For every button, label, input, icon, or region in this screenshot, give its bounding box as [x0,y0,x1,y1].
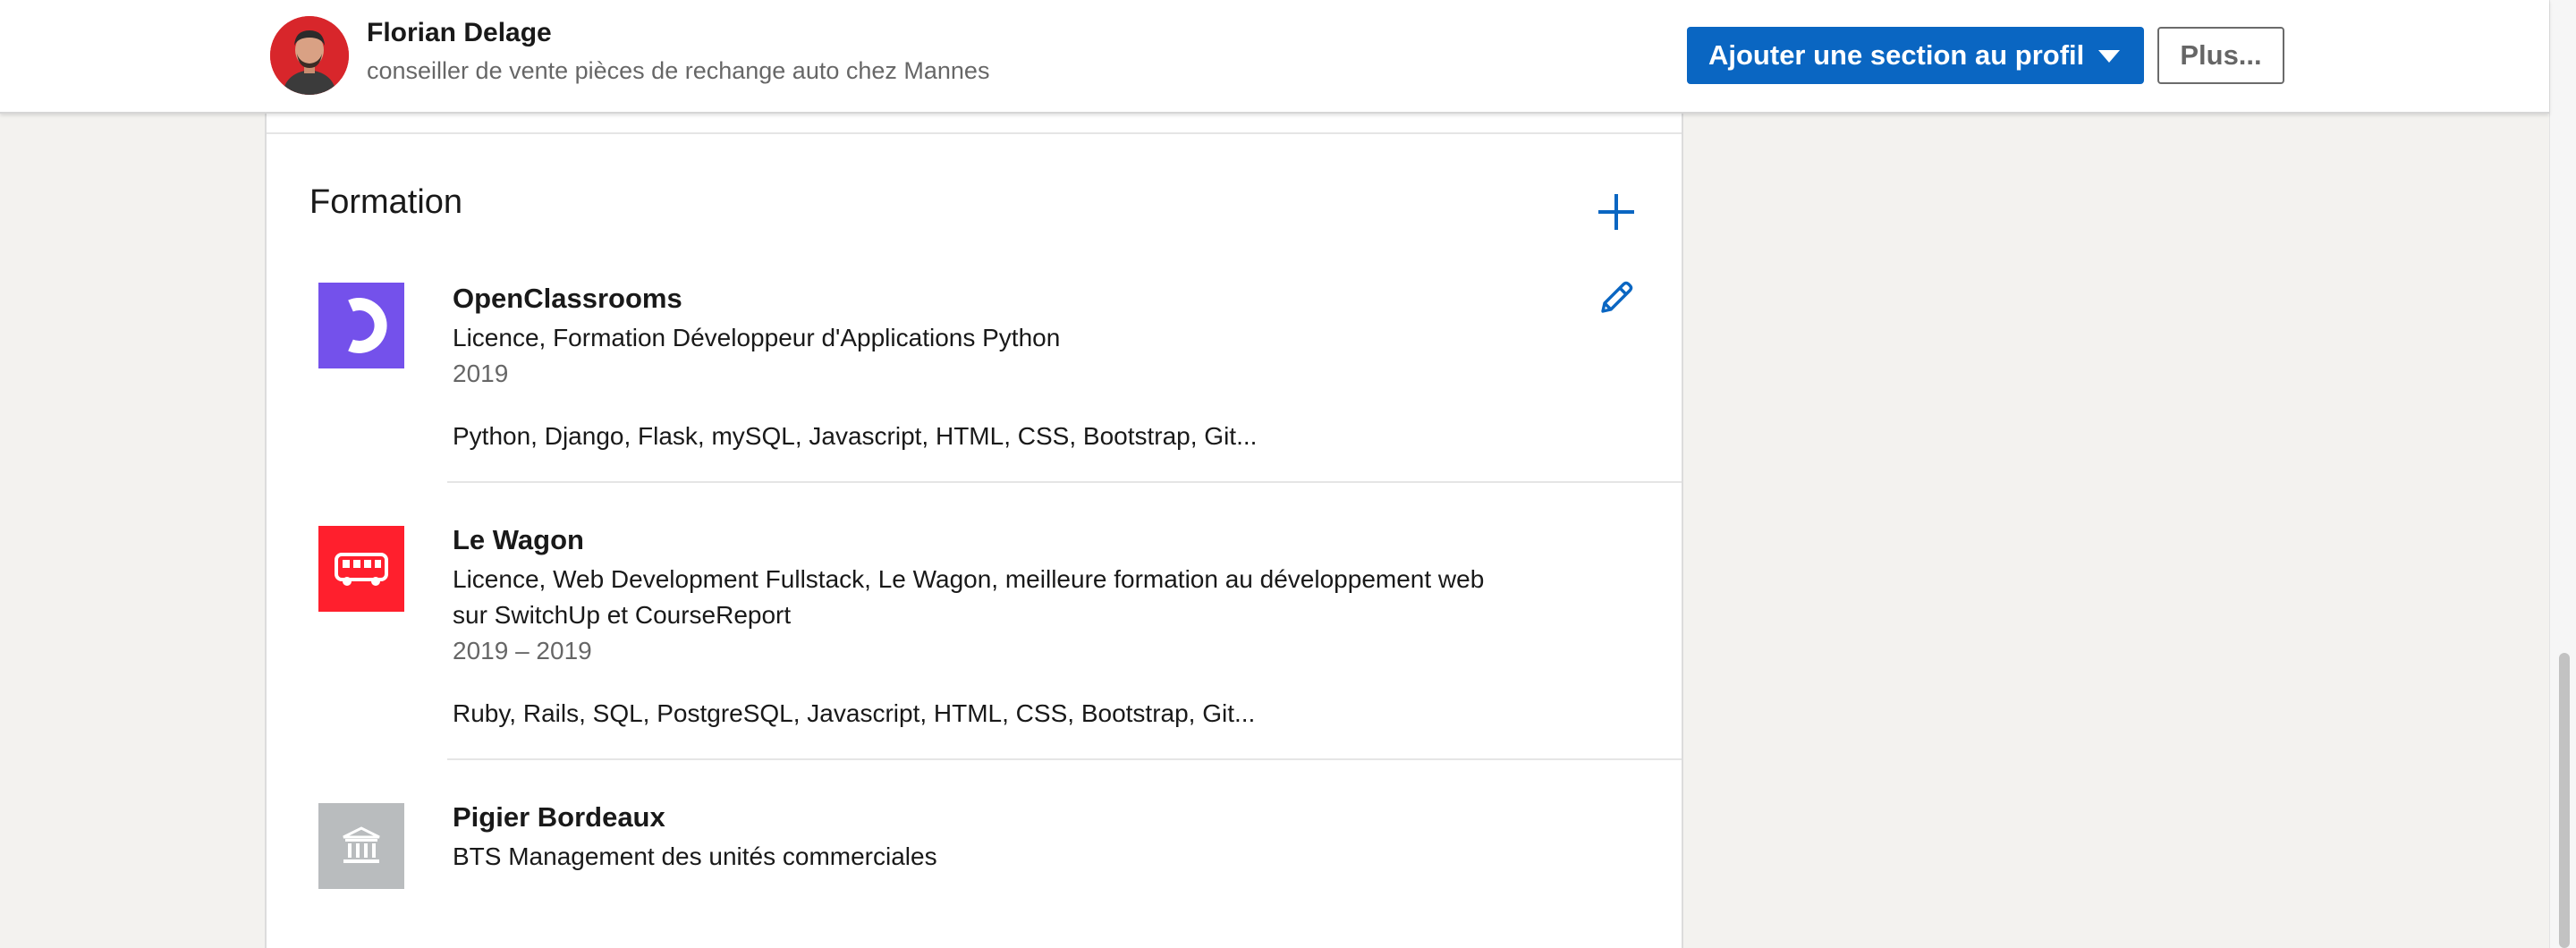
pencil-icon [1601,281,1633,313]
dates-text: 2019 – 2019 [453,637,592,664]
plus-icon [1598,194,1634,230]
school-name[interactable]: OpenClassrooms [453,283,682,315]
degree-text-line2: sur SwitchUp et CourseReport [453,601,792,629]
degree-text: BTS Management des unités commerciales [453,842,937,870]
caret-down-icon [2098,50,2120,63]
school-name[interactable]: Le Wagon [453,524,584,556]
pigier-bordeaux-logo[interactable] [318,803,404,889]
school-building-icon [343,826,380,863]
more-button[interactable]: Plus... [2157,27,2284,84]
school-name[interactable]: Pigier Bordeaux [453,801,665,834]
profile-headline: conseiller de vente pièces de rechange a… [367,57,990,84]
dates-text: 2019 [453,360,509,387]
scrollbar-thumb[interactable] [2559,653,2570,948]
entry-divider [447,758,1682,760]
degree-text: Licence, Formation Développeur d'Applica… [453,324,1061,351]
card-divider [267,132,1682,134]
skills-text: Ruby, Rails, SQL, PostgreSQL, Javascript… [453,699,1256,727]
openclassrooms-logo-icon [348,298,387,353]
entry-divider [447,481,1682,483]
education-card: Formation OpenClassrooms Licence, Format… [265,0,1683,948]
page-scrollbar[interactable] [2549,0,2576,948]
profile-avatar[interactable] [270,16,349,95]
openclassrooms-logo[interactable] [318,283,404,368]
add-profile-section-label: Ajouter une section au profil [1708,39,2085,71]
edit-education-button[interactable] [1596,277,1637,318]
avatar-photo [270,16,349,95]
add-education-button[interactable] [1596,191,1637,233]
section-title: Formation [309,183,463,221]
degree-text-line1: Licence, Web Development Fullstack, Le W… [453,565,1485,593]
profile-sticky-header: Florian Delage conseiller de vente pièce… [0,0,2549,114]
skills-text: Python, Django, Flask, mySQL, Javascript… [453,422,1258,450]
add-profile-section-button[interactable]: Ajouter une section au profil [1687,27,2144,84]
profile-name: Florian Delage [367,18,552,47]
bus-icon [335,553,388,586]
le-wagon-logo[interactable] [318,526,404,612]
